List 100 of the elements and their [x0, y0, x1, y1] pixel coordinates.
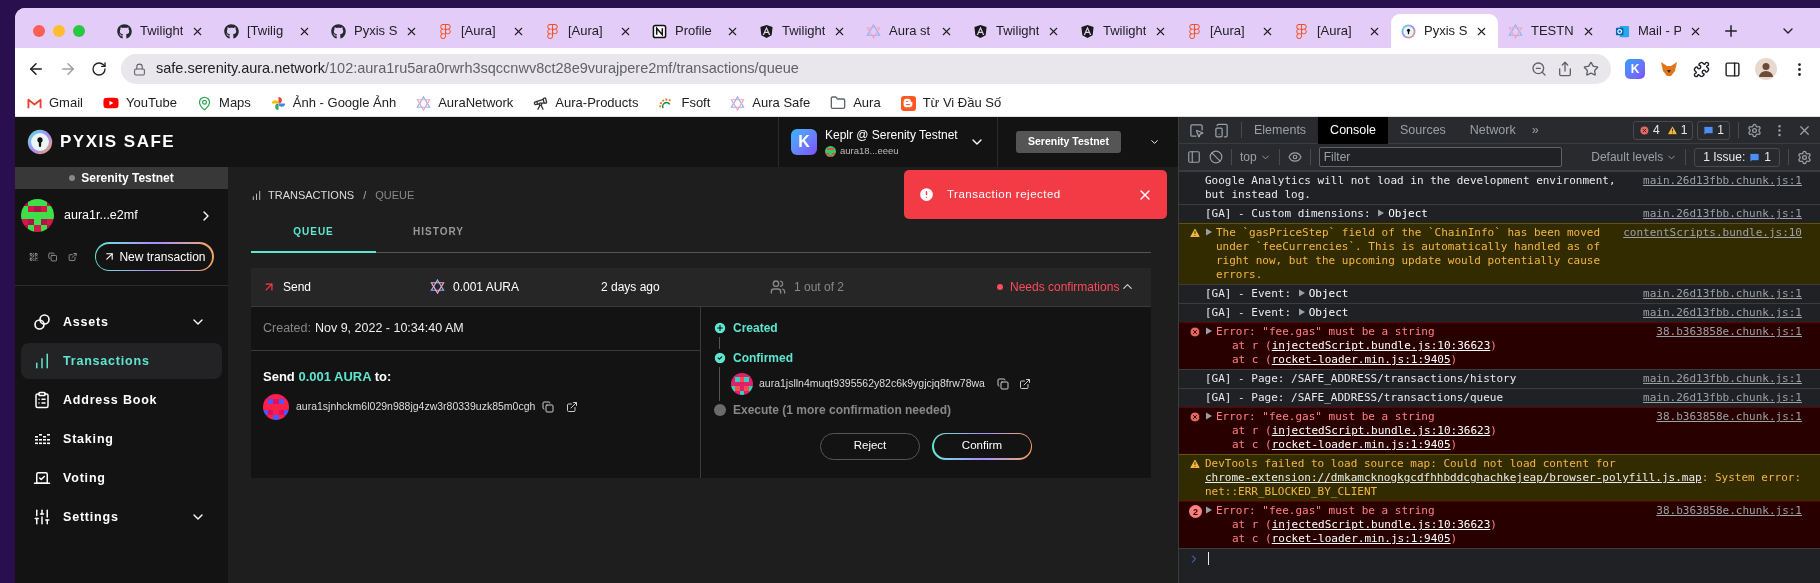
sidebar-item[interactable]: Address Book — [21, 382, 222, 418]
levels-dropdown[interactable]: Default levels — [1591, 148, 1678, 166]
zoom-out-icon[interactable] — [1531, 61, 1547, 77]
source-link[interactable]: 38.b363858e.chunk.js:1 — [1656, 410, 1802, 424]
expand-triangle-icon[interactable] — [1297, 308, 1306, 316]
stack-link[interactable]: injectedScript.bundle.js:10:36623 — [1271, 518, 1491, 531]
sidebar-item[interactable]: Assets — [21, 304, 222, 340]
stack-link[interactable]: injectedScript.bundle.js:10:36623 — [1271, 339, 1491, 352]
back-icon[interactable] — [27, 60, 45, 78]
side-panel-icon[interactable] — [1724, 60, 1741, 78]
devtools-tab[interactable]: Console — [1318, 116, 1388, 144]
browser-tab[interactable]: Twilight — [749, 14, 856, 48]
browser-tab[interactable]: TESTN — [1498, 14, 1605, 48]
browser-tab[interactable]: Pyxis S — [1391, 14, 1498, 48]
inspect-icon[interactable] — [1189, 122, 1204, 138]
sidebar-item[interactable]: Settings — [21, 499, 222, 535]
context-selector[interactable]: top — [1240, 148, 1271, 166]
browser-tab[interactable]: Aura st — [856, 14, 963, 48]
browser-tab[interactable]: Twilight — [1070, 14, 1177, 48]
browser-tab[interactable]: [Twilig — [214, 14, 321, 48]
sidebar-toggle-icon[interactable] — [1187, 150, 1201, 164]
profile-avatar[interactable] — [1755, 58, 1777, 80]
object-label[interactable]: Object — [1388, 207, 1428, 220]
source-link[interactable]: main.26d13fbb.chunk.js:1 — [1643, 207, 1802, 221]
fox-icon[interactable] — [1659, 59, 1679, 79]
browser-tab[interactable]: Twilight — [963, 14, 1070, 48]
new-tab-icon[interactable] — [1722, 22, 1740, 40]
wallet-selector[interactable]: K Keplr @ Serenity Testnet aura18...eeeu — [778, 117, 998, 167]
settings-icon[interactable] — [1747, 122, 1762, 138]
browser-tab[interactable]: [Aura] — [1284, 14, 1391, 48]
source-link[interactable]: main.26d13fbb.chunk.js:1 — [1643, 306, 1802, 320]
source-link[interactable]: 38.b363858e.chunk.js:1 — [1656, 325, 1802, 339]
expand-triangle-icon[interactable] — [1205, 506, 1213, 514]
new-transaction-button[interactable]: New transaction — [94, 242, 214, 271]
external-link-icon[interactable] — [1018, 377, 1031, 390]
page-tab[interactable]: HISTORY — [376, 223, 501, 253]
bookmark-item[interactable]: Fsoft — [658, 93, 711, 113]
external-link-icon[interactable] — [566, 401, 579, 413]
sidebar-item[interactable]: Staking — [21, 421, 222, 457]
copy-icon[interactable] — [996, 377, 1009, 390]
confirm-button[interactable]: Confirm — [932, 432, 1032, 460]
account-row[interactable]: aura1r...e2mf — [15, 189, 228, 232]
extension-button[interactable]: K — [1625, 59, 1645, 79]
devtools-tab[interactable]: Elements — [1242, 116, 1319, 144]
source-link[interactable]: main.26d13fbb.chunk.js:1 — [1643, 391, 1802, 405]
object-label[interactable]: Object — [1308, 287, 1349, 300]
copy-icon[interactable] — [48, 249, 58, 264]
expand-triangle-icon[interactable] — [1205, 327, 1213, 335]
browser-tab[interactable]: Twilight — [107, 14, 214, 48]
devtools-tab[interactable]: Network — [1457, 116, 1528, 144]
device-icon[interactable] — [1214, 122, 1229, 138]
page-tab[interactable]: QUEUE — [251, 223, 376, 253]
forward-icon[interactable] — [59, 60, 77, 78]
expand-triangle-icon[interactable] — [1205, 412, 1213, 420]
stack-link[interactable]: rocket-loader.min.js:1:9405 — [1271, 353, 1451, 366]
stack-link[interactable]: rocket-loader.min.js:1:9405 — [1271, 438, 1451, 451]
bookmark-item[interactable]: Aura Safe — [730, 93, 811, 113]
extensions-icon[interactable] — [1693, 60, 1710, 78]
browser-tab[interactable]: [Aura] — [428, 14, 535, 48]
sidebar-item[interactable]: Voting — [21, 460, 222, 496]
source-link[interactable]: main.26d13fbb.chunk.js:1 — [1643, 174, 1802, 188]
more-tabs-button[interactable]: » — [1527, 120, 1543, 140]
bookmark-item[interactable]: Maps — [197, 93, 251, 113]
expand-triangle-icon[interactable] — [1205, 228, 1213, 236]
address-bar[interactable]: safe.serenity.aura.network/102:aura1ru5ara0rwrh3sqccnwv8ct28e9vurajpere2mf/transactions/queue — [121, 54, 1611, 84]
stack-link[interactable]: rocket-loader.min.js:1:9405 — [1271, 532, 1451, 545]
bookmark-item[interactable]: Gmail — [27, 93, 83, 113]
bookmark-item[interactable]: Aura — [830, 93, 881, 113]
devtools-tab[interactable]: Sources — [1388, 116, 1458, 144]
browser-tab[interactable]: [Aura] — [535, 14, 642, 48]
console-link[interactable]: chrome-extension://dmkamcknogkgcdfhhbddcghachkejeap/browser-polyfill.js.map — [1205, 471, 1702, 484]
source-link[interactable]: contentScripts.bundle.js:10 — [1623, 226, 1802, 240]
browser-tab[interactable]: Profile — [642, 14, 749, 48]
bookmark-item[interactable]: YouTube — [102, 93, 178, 113]
transaction-header[interactable]: Send 0.001 AURA 2 days ago 1 out of 2 Needs confirmations — [251, 267, 1151, 306]
object-label[interactable]: Object — [1308, 306, 1349, 319]
expand-triangle-icon[interactable] — [1377, 209, 1386, 217]
stack-link[interactable]: injectedScript.bundle.js:10:36623 — [1271, 424, 1491, 437]
share-icon[interactable] — [1557, 61, 1573, 77]
expand-triangle-icon[interactable] — [1297, 289, 1306, 297]
bookmark-item[interactable]: AuraNetwork — [416, 93, 514, 113]
browser-tab[interactable]: [Aura] — [1177, 14, 1284, 48]
bookmark-item[interactable]: Aura-Products — [533, 93, 639, 113]
bookmark-star-icon[interactable] — [1583, 61, 1599, 77]
bookmark-item[interactable]: Ảnh - Google Ảnh — [270, 93, 397, 113]
sidebar-item[interactable]: Transactions — [21, 343, 222, 379]
breadcrumb-link[interactable]: TRANSACTIONS — [268, 187, 355, 204]
reload-icon[interactable] — [91, 61, 107, 77]
browser-tab[interactable]: Pyxis S — [321, 14, 428, 48]
live-expression-icon[interactable] — [1287, 150, 1302, 164]
clear-console-icon[interactable] — [1209, 150, 1223, 164]
source-link[interactable]: 38.b363858e.chunk.js:1 — [1656, 504, 1802, 518]
issues-button[interactable]: 1 Issue: 1 — [1694, 147, 1780, 167]
copy-icon[interactable] — [542, 401, 555, 413]
problems-counter[interactable]: 4 1 — [1632, 120, 1694, 140]
bookmark-item[interactable]: Từ Vi Đầu Số — [900, 93, 1002, 113]
browser-tab[interactable]: Mail - P — [1605, 14, 1712, 48]
messages-counter[interactable]: 1 — [1697, 120, 1730, 140]
filter-field[interactable]: Filter — [1318, 147, 1562, 167]
console-settings-icon[interactable] — [1797, 149, 1812, 165]
